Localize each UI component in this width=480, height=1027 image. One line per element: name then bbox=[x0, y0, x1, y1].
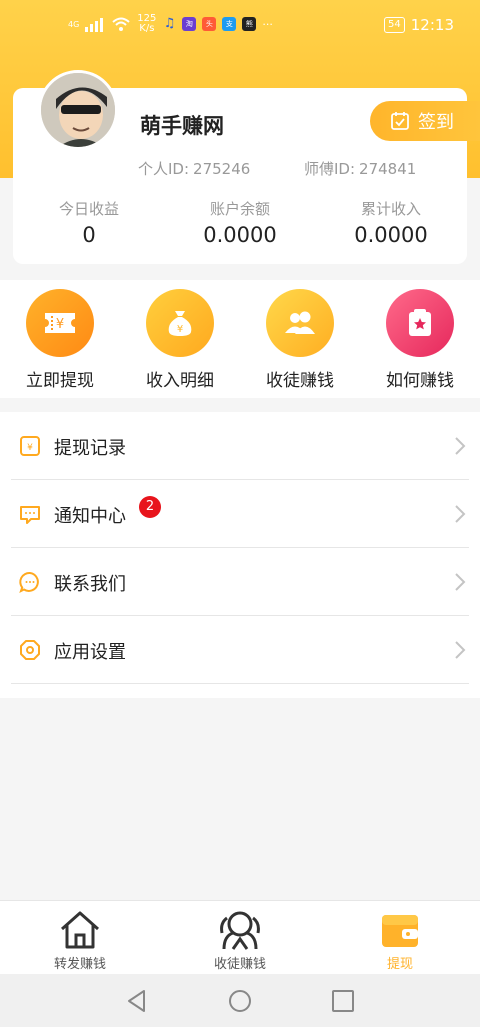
quick-action-label: 收入明细 bbox=[146, 371, 214, 391]
tab-label: 收徒赚钱 bbox=[213, 957, 266, 972]
wifi-icon bbox=[112, 17, 130, 31]
svg-text:¥: ¥ bbox=[27, 443, 33, 453]
users-icon bbox=[266, 289, 334, 357]
stat-total-income: 累计收入 0.0000 bbox=[316, 198, 466, 247]
menu-item-app-settings[interactable]: 应用设置 bbox=[11, 616, 469, 684]
status-bar: 4G 125 K/s ♫ 淘 头 支 熊 ··· 54 12:13 bbox=[0, 0, 480, 56]
apprentice-icon bbox=[220, 911, 260, 950]
app-icon-panda: 熊 bbox=[242, 17, 257, 31]
status-right: 54 12:13 bbox=[384, 16, 454, 34]
mentor-id-value: 274841 bbox=[359, 160, 417, 178]
battery-icon: 54 bbox=[384, 17, 405, 33]
chevron-right-icon bbox=[455, 505, 466, 523]
yen-square-icon: ¥ bbox=[20, 436, 40, 456]
tab-withdraw[interactable]: 提现 bbox=[320, 901, 480, 975]
recents-icon[interactable] bbox=[330, 988, 356, 1014]
tab-forward-earn[interactable]: 转发赚钱 bbox=[0, 901, 160, 975]
quick-action-withdraw[interactable]: ¥ 立即提现 bbox=[0, 280, 120, 398]
home-nav-icon[interactable] bbox=[227, 988, 253, 1014]
back-icon[interactable] bbox=[124, 988, 150, 1014]
menu-item-contact-us[interactable]: 联系我们 bbox=[11, 548, 469, 616]
stat-account-balance: 账户余额 0.0000 bbox=[165, 198, 315, 247]
menu-item-label: 提现记录 bbox=[54, 438, 126, 459]
menu-item-notification-center[interactable]: 通知中心 2 bbox=[11, 480, 469, 548]
signal-icon bbox=[85, 16, 105, 32]
mentor-id: 师傅ID: 274841 bbox=[304, 158, 420, 179]
tab-recruit-earn[interactable]: 收徒赚钱 bbox=[160, 901, 320, 975]
stat-value: 0.0000 bbox=[354, 223, 428, 247]
stat-label: 账户余额 bbox=[209, 200, 270, 218]
stat-today-earnings: 今日收益 0 bbox=[14, 198, 164, 247]
app-icon-taobao: 淘 bbox=[182, 17, 197, 31]
quick-actions: ¥ 立即提现 ¥ 收入明细 收徒赚钱 如何赚钱 bbox=[0, 280, 480, 398]
bottom-tab-bar: 转发赚钱 收徒赚钱 提现 bbox=[0, 900, 480, 974]
calendar-check-icon bbox=[391, 112, 409, 130]
app-icon-red: 头 bbox=[202, 17, 217, 31]
notification-badge: 2 bbox=[139, 496, 161, 518]
quick-action-label: 立即提现 bbox=[26, 371, 94, 391]
chevron-right-icon bbox=[455, 437, 466, 455]
quick-action-how-to-earn[interactable]: 如何赚钱 bbox=[360, 280, 480, 398]
user-name: 萌手赚网 bbox=[140, 114, 224, 138]
stat-value: 0.0000 bbox=[203, 223, 277, 247]
headset-icon: ♫ bbox=[163, 16, 176, 31]
svg-text:¥: ¥ bbox=[177, 324, 183, 335]
tab-label: 转发赚钱 bbox=[53, 957, 106, 972]
menu-item-label: 应用设置 bbox=[54, 642, 126, 663]
status-left: 4G 125 K/s ♫ 淘 头 支 熊 ··· bbox=[68, 14, 273, 34]
menu-item-label: 联系我们 bbox=[54, 574, 126, 595]
settings-octagon-icon bbox=[20, 640, 40, 660]
personal-id: 个人ID: 275246 bbox=[138, 158, 254, 179]
quick-action-recruit[interactable]: 收徒赚钱 bbox=[240, 280, 360, 398]
mentor-id-label: 师傅ID: bbox=[304, 160, 356, 178]
quick-action-label: 收徒赚钱 bbox=[266, 371, 334, 391]
chevron-right-icon bbox=[455, 641, 466, 659]
more-icon: ··· bbox=[262, 17, 273, 31]
menu-item-label: 通知中心 bbox=[54, 506, 126, 527]
chat-bubble-icon bbox=[19, 571, 39, 593]
stat-value: 0 bbox=[82, 223, 96, 247]
personal-id-label: 个人ID: bbox=[138, 160, 190, 178]
home-icon bbox=[61, 911, 99, 949]
wallet-icon bbox=[382, 915, 418, 947]
ticket-yen-icon: ¥ bbox=[26, 289, 94, 357]
signal-type: 4G bbox=[68, 19, 80, 29]
clock: 12:13 bbox=[410, 16, 454, 34]
menu-item-withdraw-records[interactable]: ¥ 提现记录 bbox=[11, 412, 469, 480]
stat-label: 今日收益 bbox=[58, 200, 119, 218]
chevron-right-icon bbox=[455, 573, 466, 591]
menu-list: ¥ 提现记录 通知中心 2 联系我们 应用设置 bbox=[0, 412, 480, 698]
money-bag-icon: ¥ bbox=[146, 289, 214, 357]
app-icon-blue: 支 bbox=[222, 17, 237, 31]
svg-text:¥: ¥ bbox=[56, 317, 64, 332]
system-nav-bar bbox=[0, 974, 480, 1027]
quick-action-income-details[interactable]: ¥ 收入明细 bbox=[120, 280, 240, 398]
avatar[interactable] bbox=[38, 70, 118, 150]
tab-label: 提现 bbox=[386, 957, 413, 972]
checkin-label: 签到 bbox=[418, 112, 454, 133]
net-speed: 125 K/s bbox=[137, 13, 157, 34]
quick-action-label: 如何赚钱 bbox=[386, 371, 454, 391]
message-icon bbox=[20, 506, 40, 524]
stat-label: 累计收入 bbox=[360, 200, 421, 218]
checkin-button[interactable]: 签到 bbox=[370, 101, 480, 141]
personal-id-value: 275246 bbox=[193, 160, 251, 178]
star-box-icon bbox=[386, 289, 454, 357]
